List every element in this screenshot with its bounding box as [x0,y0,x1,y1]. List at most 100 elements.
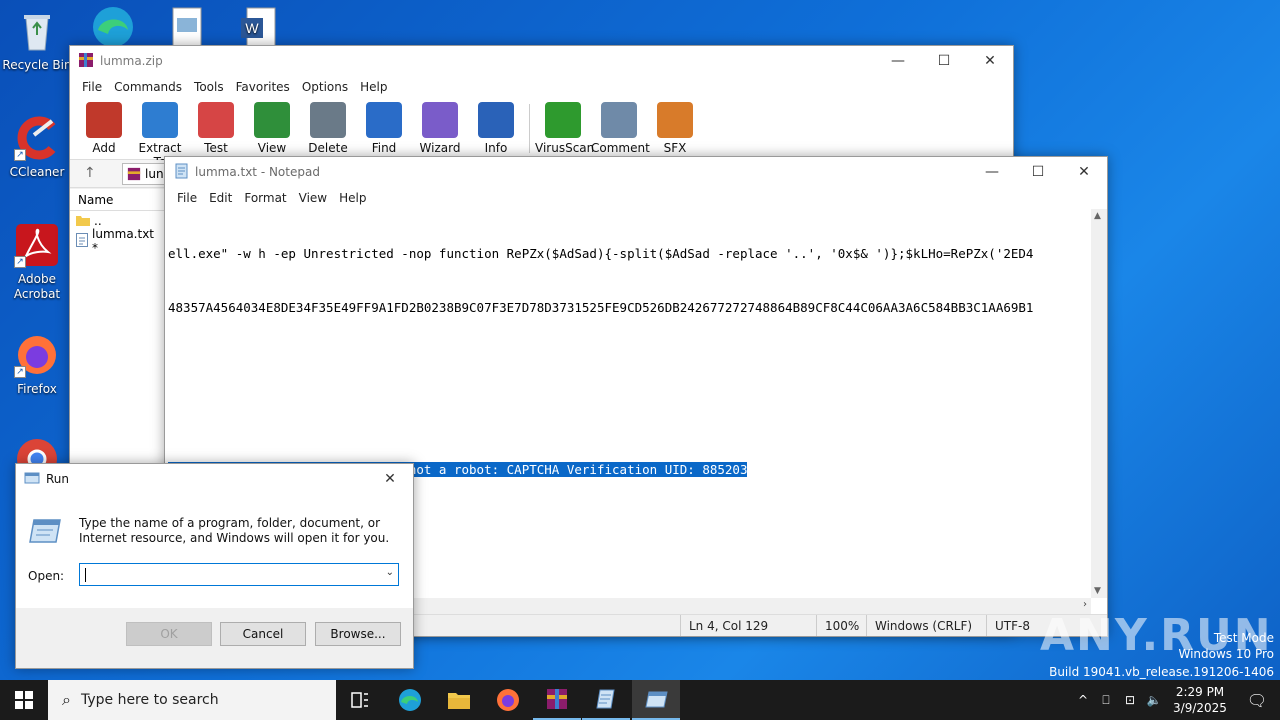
chevron-up-icon[interactable]: ^ [1072,693,1094,707]
desktop-icon-label: Adobe Acrobat [13,272,61,301]
notepad-titlebar[interactable]: lumma.txt - Notepad — ☐ ✕ [165,157,1107,187]
notification-icon[interactable]: 🗨 [1234,691,1280,710]
edge-icon [399,689,421,711]
desktop-icon-recycle-bin[interactable]: Recycle Bin [1,8,73,73]
menu-file[interactable]: File [171,191,203,205]
desktop-icon-ccleaner[interactable]: ↗ CCleaner [1,115,73,180]
delete-icon [310,102,346,138]
menu-tools[interactable]: Tools [188,80,230,94]
task-view-button[interactable] [336,680,384,720]
taskbar-edge[interactable] [386,680,434,720]
os-label: Windows 10 Pro [1178,647,1274,661]
toolbar-comment-button[interactable]: Comment [591,100,650,157]
scroll-up-icon[interactable]: ▲ [1094,211,1101,221]
build-label: Build 19041.vb_release.191206-1406 [1049,665,1274,679]
taskbar-winrar[interactable] [533,680,581,720]
column-header-name[interactable]: Name [70,189,165,211]
menu-commands[interactable]: Commands [108,80,188,94]
taskbar-search-box[interactable]: ⌕ Type here to search [48,680,336,720]
search-placeholder: Type here to search [80,692,219,708]
status-zoom: 100% [816,615,866,636]
start-button[interactable] [0,680,48,720]
menu-file[interactable]: File [76,80,108,94]
toolbar-view-button[interactable]: View [244,100,300,157]
volume-icon[interactable]: 🔈 [1142,693,1166,707]
ccleaner-icon: ↗ [14,115,60,161]
wizard-icon [422,102,458,138]
desktop-icon-adobe-acrobat[interactable]: ↗ Adobe Acrobat [1,222,73,302]
virusscan-icon [545,102,581,138]
device-icon[interactable]: ⎕ [1094,693,1118,708]
menu-help[interactable]: Help [354,80,393,94]
minimize-button[interactable]: — [875,46,921,76]
taskbar: ⌕ Type here to search ^ ⎕ ⊡ 🔈 2:29 PM 3/… [0,680,1280,720]
toolbar-sfx-button[interactable]: SFX [647,100,703,157]
winrar-icon [547,689,567,709]
run-icon [645,691,668,708]
taskbar-notepad[interactable] [582,680,630,720]
taskbar-run[interactable] [632,680,680,720]
search-icon: ⌕ [62,690,71,709]
extract-to-icon [142,102,178,138]
run-description: Type the name of a program, folder, docu… [79,516,390,545]
run-titlebar[interactable]: Run ✕ [16,464,413,494]
minimize-button[interactable]: — [969,157,1015,187]
toolbar-label: VirusScan [535,141,595,155]
open-label: Open: [28,569,65,583]
desktop-icon-firefox[interactable]: ↗ Firefox [1,332,73,397]
up-arrow-icon[interactable]: ↑ [84,165,96,181]
toolbar-delete-button[interactable]: Delete [300,100,356,157]
close-button[interactable]: ✕ [1061,157,1107,187]
maximize-button[interactable]: ☐ [1015,157,1061,187]
menu-format[interactable]: Format [238,191,292,205]
taskbar-file-explorer[interactable] [435,680,483,720]
toolbar-virusscan-button[interactable]: VirusScan [535,100,595,157]
scroll-right-icon[interactable]: › [1083,599,1087,610]
close-button[interactable]: ✕ [367,464,413,494]
browse-button[interactable]: Browse... [315,622,401,646]
info-icon [478,102,514,138]
toolbar-label: Test [204,141,228,155]
network-icon[interactable]: ⊡ [1118,693,1142,707]
system-tray: ^ ⎕ ⊡ 🔈 2:29 PM 3/9/2025 🗨 [1072,680,1280,720]
notepad-title: lumma.txt - Notepad [195,165,320,179]
cancel-button[interactable]: Cancel [220,622,306,646]
run-app-icon [24,471,40,488]
folder-icon [76,214,90,229]
menu-options[interactable]: Options [296,80,354,94]
menu-help[interactable]: Help [333,191,372,205]
winrar-app-icon [78,52,94,71]
toolbar-label: Wizard [419,141,461,155]
toolbar-add-button[interactable]: Add [76,100,132,157]
file-name: .. [94,214,102,228]
toolbar-find-button[interactable]: Find [356,100,412,157]
menu-view[interactable]: View [293,191,333,205]
comment-icon [601,102,637,138]
taskbar-firefox[interactable] [484,680,532,720]
run-footer: OK Cancel Browse... [16,608,413,668]
toolbar-wizard-button[interactable]: Wizard [412,100,468,157]
toolbar-info-button[interactable]: Info [468,100,524,157]
close-button[interactable]: ✕ [967,46,1013,76]
list-item[interactable]: lumma.txt * [70,227,165,255]
winrar-titlebar[interactable]: lumma.zip — ☐ ✕ [70,46,1013,76]
run-dialog: Run ✕ Type the name of a program, folder… [15,463,414,669]
toolbar-test-button[interactable]: Test [188,100,244,157]
toolbar-extract-to-button[interactable]: Extract To [132,100,188,169]
chevron-down-icon[interactable]: ⌄ [386,567,394,578]
vertical-scrollbar[interactable]: ▲ ▼ [1091,209,1107,598]
desktop-icon-label: Recycle Bin [2,58,72,72]
clock[interactable]: 2:29 PM 3/9/2025 [1166,684,1234,716]
ok-button[interactable]: OK [126,622,212,646]
open-combobox[interactable]: ⌄ [79,563,399,586]
clock-time: 2:29 PM [1175,685,1225,699]
scroll-down-icon[interactable]: ▼ [1094,586,1101,596]
menu-favorites[interactable]: Favorites [230,80,296,94]
menu-edit[interactable]: Edit [203,191,238,205]
winrar-title: lumma.zip [100,54,163,68]
maximize-button[interactable]: ☐ [921,46,967,76]
editor-line: ell.exe" -w h -ep Unrestricted -nop func… [168,246,1034,261]
windows-logo-icon [15,691,33,709]
